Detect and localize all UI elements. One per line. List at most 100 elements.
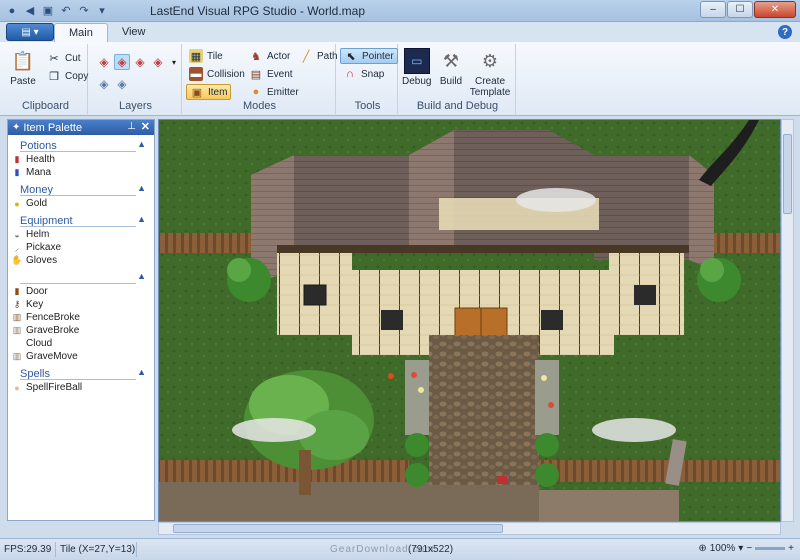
zoom-out-icon[interactable]: − [746, 543, 752, 554]
tile-mode-button[interactable]: ▦ Tile [186, 48, 226, 64]
status-bar: FPS:29.39 Tile (X=27,Y=13) GearDownload.… [0, 538, 800, 560]
palette-icon: ✦ [12, 122, 21, 133]
chevron-up-icon[interactable]: ▲ [137, 367, 146, 377]
tile-icon: ▦ [189, 49, 203, 63]
actor-mode-button[interactable]: ♞ Actor [246, 48, 293, 64]
palette-item[interactable]: ▥ GraveMove [8, 350, 154, 363]
layer-5-icon[interactable]: ◈ [96, 76, 112, 92]
event-mode-button[interactable]: ▤ Event [246, 66, 296, 82]
tab-view[interactable]: View [108, 23, 160, 42]
palette-section-potions[interactable]: Potions ▲ [8, 138, 154, 153]
vertical-scrollbar[interactable] [781, 119, 794, 522]
tile-label: Tile [207, 50, 223, 62]
item-mode-button[interactable]: ▣ Item [186, 84, 232, 100]
scissors-icon: ✂ [49, 52, 59, 65]
zoom-dropdown-icon[interactable]: ▾ [738, 543, 743, 554]
minimize-button[interactable]: – [700, 1, 726, 18]
map-canvas[interactable] [158, 119, 781, 522]
copy-button[interactable]: ❐ Copy [44, 68, 91, 84]
modes-group: ▦ Tile ▬ Collision ▣ Item ♞ Actor ▤ Even… [184, 44, 338, 114]
cut-label: Cut [65, 52, 81, 64]
palette-item[interactable]: ▥ GraveBroke [8, 324, 154, 337]
paste-button[interactable]: 📋 Paste [10, 48, 36, 88]
ribbon-tab-row: ▤ ▾ Main View ? [0, 22, 800, 42]
chevron-up-icon[interactable]: ▲ [137, 183, 146, 193]
tab-main[interactable]: Main [54, 23, 108, 42]
palette-item[interactable]: ⚷ Key [8, 298, 154, 311]
palette-section-money[interactable]: Money ▲ [8, 182, 154, 197]
status-divider [55, 542, 56, 557]
palette-section-label: Spells [20, 367, 50, 380]
customize-icon[interactable]: ▾ [94, 3, 110, 19]
pointer-label: Pointer [362, 50, 394, 62]
palette-item[interactable]: ▮ Door [8, 285, 154, 298]
snap-tool-button[interactable]: ∩ Snap [340, 66, 387, 82]
palette-section-label: Equipment [20, 214, 73, 227]
undo-icon[interactable]: ↶ [58, 3, 74, 19]
zoom-slider[interactable] [755, 547, 786, 550]
horizontal-scrollbar[interactable] [158, 522, 781, 535]
item-label: Item [208, 86, 228, 98]
palette-section-spells[interactable]: Spells ▲ [8, 366, 154, 381]
back-icon[interactable]: ◀ [22, 3, 38, 19]
palette-item-label: Mana [26, 167, 52, 178]
quick-access-toolbar: ● ◀ ▣ ↶ ↷ ▾ [0, 3, 110, 19]
application-menu-button[interactable]: ▤ ▾ [6, 23, 54, 41]
pointer-tool-button[interactable]: ⬉ Pointer [340, 48, 398, 64]
zoom-in-icon[interactable]: + [788, 543, 794, 554]
pin-icon[interactable]: ⊥ [127, 121, 136, 132]
palette-item[interactable]: ▮ Mana [8, 166, 154, 179]
chevron-up-icon[interactable]: ▲ [137, 271, 146, 281]
palette-item-label: Pickaxe [26, 242, 62, 253]
help-icon[interactable]: ? [778, 25, 792, 39]
pointer-icon: ⬉ [346, 50, 356, 63]
palette-item-label: Gold [26, 198, 48, 209]
close-button[interactable]: ✕ [754, 1, 796, 18]
close-panel-icon[interactable]: ✕ [141, 120, 150, 133]
palette-item[interactable]: ● Gold [8, 197, 154, 210]
layer-2-icon[interactable]: ◈ [114, 54, 130, 70]
palette-item[interactable]: ◒ Helm [8, 228, 154, 241]
palette-item-label: SpellFireBall [26, 382, 83, 393]
layer-4-icon[interactable]: ◈ [150, 54, 166, 70]
layers-group-label: Layers [118, 100, 153, 112]
zoom-control[interactable]: ⊕ 100% ▾ − + [698, 543, 794, 554]
door-icon: ▮ [14, 286, 20, 296]
save-icon[interactable]: ▣ [40, 3, 56, 19]
palette-item-label: Door [26, 286, 48, 297]
map-size-readout: (791x522) [408, 544, 454, 555]
cut-button[interactable]: ✂ Cut [44, 50, 84, 66]
palette-item[interactable]: ✋ Gloves [8, 254, 154, 267]
item-palette-title: Item Palette [23, 121, 83, 134]
palette-section-misc[interactable]: ▲ [8, 270, 154, 285]
debug-label: Debug [402, 76, 432, 87]
palette-item-label: Gloves [26, 255, 58, 266]
layer-6-icon[interactable]: ◈ [114, 76, 130, 92]
vertical-scroll-thumb[interactable] [783, 134, 792, 214]
palette-item[interactable]: ● SpellFireBall [8, 381, 154, 394]
redo-icon[interactable]: ↷ [76, 3, 92, 19]
palette-item-label: FenceBroke [26, 312, 80, 323]
clipboard-group-label: Clipboard [21, 100, 70, 112]
create-template-button[interactable]: ⚙ Create Template [468, 48, 512, 99]
palette-item[interactable]: ▮ Health [8, 153, 154, 166]
build-debug-group: ▭ Debug ⚒ Build ⚙ Create Template Build … [400, 44, 516, 114]
layer-3-icon[interactable]: ◈ [132, 54, 148, 70]
debug-button[interactable]: ▭ Debug [402, 48, 431, 87]
palette-item[interactable]: Cloud [8, 337, 154, 350]
chevron-up-icon[interactable]: ▲ [137, 139, 146, 149]
horizontal-scroll-thumb[interactable] [173, 524, 503, 533]
path-mode-button[interactable]: ╱ Path [296, 48, 341, 64]
build-button[interactable]: ⚒ Build [438, 48, 464, 88]
maximize-button[interactable]: ☐ [727, 1, 753, 18]
layer-1-icon[interactable]: ◈ [96, 54, 112, 70]
helm-icon: ◒ [14, 229, 20, 240]
palette-item[interactable]: ▥ FenceBroke [8, 311, 154, 324]
chevron-up-icon[interactable]: ▲ [137, 214, 146, 224]
status-divider [136, 542, 137, 557]
collision-mode-button[interactable]: ▬ Collision [186, 66, 248, 82]
palette-section-equipment[interactable]: Equipment ▲ [8, 213, 154, 228]
layer-dropdown-icon[interactable]: ▾ [166, 54, 182, 70]
palette-item[interactable]: ⸝ Pickaxe [8, 241, 154, 254]
emitter-mode-button[interactable]: ● Emitter [246, 84, 302, 100]
